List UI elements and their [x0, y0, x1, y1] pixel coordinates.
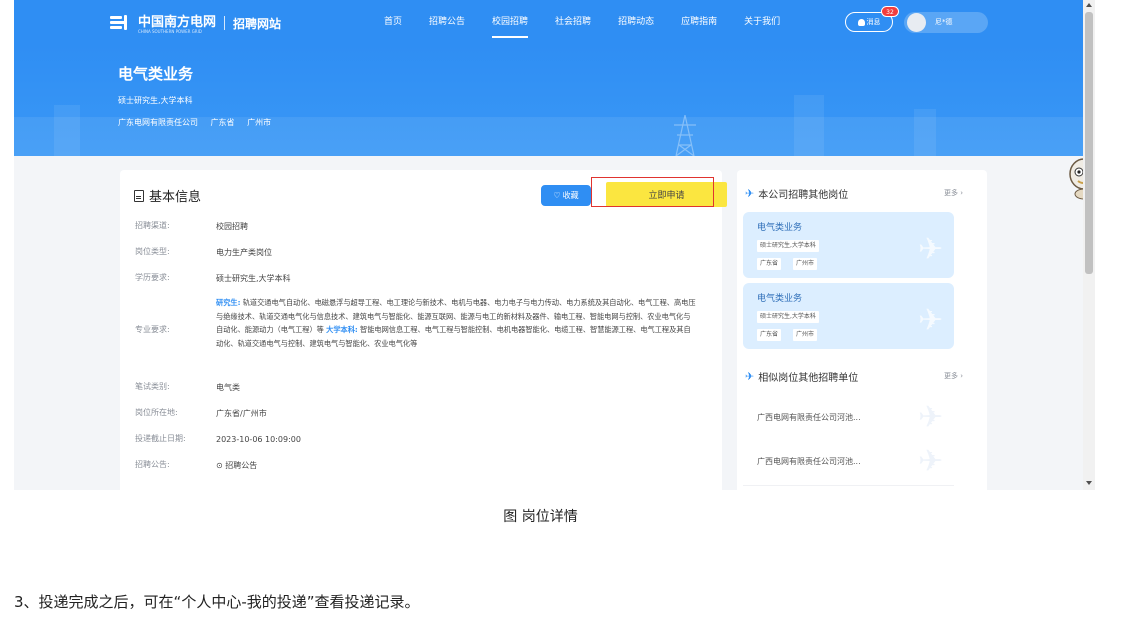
banner-building-decoration	[914, 109, 936, 156]
similar-org-item[interactable]: ✈ 广西电网有限责任公司河池...	[743, 394, 954, 442]
message-count-badge: 32	[881, 6, 899, 17]
job-title: 电气类业务	[118, 65, 194, 83]
main-nav: 首页 招聘公告 校园招聘 社会招聘 招聘动态 应聘指南 关于我们	[384, 0, 780, 45]
field-label: 岗位类型:	[135, 247, 170, 256]
figure-caption: 图 岗位详情	[503, 509, 578, 525]
scrollbar-thumb[interactable]	[1085, 12, 1093, 274]
related-job-province: 广东省	[757, 329, 782, 341]
nav-announcements[interactable]: 招聘公告	[429, 0, 465, 45]
scroll-up-icon[interactable]	[1086, 3, 1092, 7]
grid-logo-icon	[110, 13, 134, 33]
favorite-button[interactable]: ♡ 收藏	[541, 185, 591, 206]
airplane-icon: ✈	[745, 187, 755, 200]
nav-recruit-news[interactable]: 招聘动态	[618, 0, 654, 45]
airplane-icon: ✈	[918, 400, 944, 435]
airplane-icon: ✈	[745, 370, 755, 383]
field-value: 电力生产类岗位	[216, 248, 272, 257]
field-label: 岗位所在地:	[135, 408, 178, 417]
field-value: 2023-10-06 10:09:00	[216, 435, 301, 444]
job-city: 广州市	[247, 118, 272, 127]
apply-button-highlight-box	[591, 177, 714, 207]
undergrad-label: 大学本科:	[326, 325, 358, 334]
related-job-title: 电气类业务	[757, 223, 803, 233]
job-education: 硕士研究生,大学本科	[118, 96, 193, 105]
screenshot-frame: 中国南方电网 CHINA SOUTHERN POWER GRID 招聘网站 首页…	[14, 0, 1095, 490]
similar-org-item[interactable]: ✈ 广西电网有限责任公司河池...	[743, 438, 954, 486]
basic-info-panel: 基本信息 ♡ 收藏 立即申请 招聘渠道: 校园招聘 岗位类型: 电力生产类岗位 …	[120, 170, 727, 490]
avatar[interactable]	[907, 13, 926, 32]
nav-campus-recruit[interactable]: 校园招聘	[492, 0, 529, 45]
power-pylon-icon	[674, 115, 696, 156]
basic-info-title: 基本信息	[149, 190, 202, 205]
scroll-down-icon[interactable]	[1086, 481, 1092, 485]
related-jobs-panel: ✈ 本公司招聘其他岗位 更多 › ✈ 电气类业务 硕士研究生,大学本科 广东省 …	[737, 170, 987, 490]
site-logo[interactable]: 中国南方电网 CHINA SOUTHERN POWER GRID 招聘网站	[110, 12, 281, 34]
same-company-heading: ✈ 本公司招聘其他岗位	[745, 186, 848, 201]
nav-about[interactable]: 关于我们	[744, 0, 780, 45]
nav-social-recruit[interactable]: 社会招聘	[555, 0, 591, 45]
top-navigation: 中国南方电网 CHINA SOUTHERN POWER GRID 招聘网站 首页…	[14, 0, 1095, 45]
basic-info-heading: 基本信息	[134, 186, 201, 205]
field-value: 广东省/广州市	[216, 409, 267, 418]
job-company: 广东电网有限责任公司	[118, 118, 198, 127]
banner-building-decoration	[54, 105, 80, 156]
document-icon	[134, 189, 144, 202]
related-job-education: 硕士研究生,大学本科	[757, 240, 819, 252]
airplane-icon: ✈	[918, 303, 944, 338]
similar-jobs-heading: ✈ 相似岗位其他招聘单位	[745, 369, 858, 384]
heart-icon: ♡	[553, 191, 561, 200]
related-job-province: 广东省	[757, 258, 782, 270]
job-province: 广东省	[210, 118, 235, 127]
favorite-label: 收藏	[562, 191, 579, 200]
related-job-card[interactable]: ✈ 电气类业务 硕士研究生,大学本科 广东省 广州市	[743, 212, 954, 278]
logo-text: 中国南方电网	[138, 15, 217, 30]
job-location: 广东电网有限责任公司 广东省 广州市	[118, 117, 281, 128]
airplane-icon: ✈	[918, 444, 944, 479]
org-name: 广西电网有限责任公司河池...	[757, 457, 861, 466]
field-label: 招聘公告:	[135, 460, 170, 469]
nav-home[interactable]: 首页	[384, 0, 402, 45]
step-instruction: 3、投递完成之后，可在“个人中心-我的投递”查看投递记录。	[14, 593, 420, 611]
related-job-education: 硕士研究生,大学本科	[757, 311, 819, 323]
related-job-title: 电气类业务	[757, 294, 803, 304]
airplane-icon: ✈	[918, 232, 944, 267]
page-scrollbar[interactable]	[1083, 0, 1095, 490]
field-value: 硕士研究生,大学本科	[216, 274, 291, 283]
related-job-card[interactable]: ✈ 电气类业务 硕士研究生,大学本科 广东省 广州市	[743, 283, 954, 349]
field-label: 笔试类别:	[135, 382, 170, 391]
related-job-city: 广州市	[793, 329, 818, 341]
more-link[interactable]: 更多 ›	[944, 371, 963, 381]
logo-subtext: CHINA SOUTHERN POWER GRID	[138, 29, 202, 34]
user-name[interactable]: 尼*德	[935, 17, 953, 27]
field-value: 校园招聘	[216, 222, 248, 231]
site-name: 招聘网站	[233, 16, 282, 31]
announcement-link[interactable]: ⊙ 招聘公告	[216, 459, 696, 473]
logo-divider	[224, 16, 226, 30]
org-name: 广西电网有限责任公司河池...	[757, 413, 861, 422]
field-label: 投递截止日期:	[135, 434, 186, 443]
same-company-title: 本公司招聘其他岗位	[758, 190, 849, 201]
related-job-city: 广州市	[793, 258, 818, 270]
field-label: 专业要求:	[135, 325, 170, 334]
messages-label: 消息	[866, 18, 881, 26]
nav-guide[interactable]: 应聘指南	[681, 0, 717, 45]
field-value: 电气类	[216, 383, 240, 392]
similar-jobs-title: 相似岗位其他招聘单位	[758, 373, 859, 384]
bell-icon	[857, 18, 865, 26]
job-banner: 电气类业务 硕士研究生,大学本科 广东电网有限责任公司 广东省 广州市	[14, 45, 1095, 156]
banner-building-decoration	[794, 95, 824, 156]
field-label: 招聘渠道:	[135, 221, 170, 230]
field-label: 学历要求:	[135, 273, 170, 282]
field-value: 研究生: 轨道交通电气自动化、电磁悬浮与超导工程、电工理论与新技术、电机与电器、…	[216, 296, 696, 350]
grad-label: 研究生:	[216, 298, 241, 307]
more-link[interactable]: 更多 ›	[944, 188, 963, 198]
